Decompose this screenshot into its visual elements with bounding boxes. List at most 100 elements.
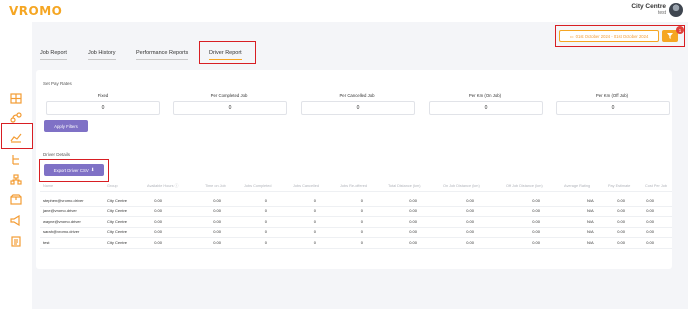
cell-off-job-distance: 0.00 <box>532 198 540 203</box>
document-icon[interactable] <box>10 234 22 247</box>
cell-average-rating: N/A <box>587 239 594 245</box>
cell-time-on-job: 0.00 <box>213 208 221 214</box>
cell-off-job-distance: 0.00 <box>532 239 540 245</box>
active-nav-highlight <box>1 123 33 149</box>
grid-icon[interactable] <box>10 91 22 104</box>
cell-pay-estimate: 0.00 <box>617 198 625 203</box>
cell-group: City Centre <box>107 229 128 235</box>
avatar[interactable] <box>669 3 683 17</box>
cell-cost-per-job: 0.00 <box>646 208 654 214</box>
user-name: City Centre <box>631 3 666 10</box>
row-divider <box>40 237 672 239</box>
col-pay-estimate[interactable]: Pay Estimate <box>608 184 630 188</box>
cell-average-rating: N/A <box>587 208 594 214</box>
box-icon[interactable] <box>10 192 22 205</box>
cell-total-distance: 0.00 <box>409 229 417 235</box>
fixed-rate-input[interactable]: 0 <box>46 101 160 115</box>
apply-filters-label: Apply Filters <box>54 123 78 129</box>
col-on-job-distance[interactable]: On Job Distance (km) <box>443 184 480 188</box>
cell-pay-estimate: 0.00 <box>617 229 625 235</box>
cancelled-job-rate-input[interactable]: 0 <box>301 101 415 115</box>
cell-jobs-reoffered: 0 <box>360 229 363 235</box>
cell-pay-estimate: 0.00 <box>617 218 625 224</box>
col-average-rating[interactable]: Average Rating <box>564 184 590 188</box>
cell-total-distance: 0.00 <box>409 218 417 224</box>
col-group[interactable]: Group <box>107 184 118 188</box>
rate-label-fixed: Fixed <box>97 93 109 98</box>
col-available-hours[interactable]: Available Hours ⓘ <box>147 184 178 189</box>
tab-performance-reports[interactable]: Performance Reports <box>136 50 189 60</box>
hierarchy-icon[interactable] <box>10 172 22 185</box>
cell-on-job-distance: 0.00 <box>466 218 474 224</box>
cell-jobs-completed: 0 <box>264 239 267 245</box>
rate-label-completed: Per Completed Job <box>210 93 248 98</box>
top-bar: VROMO City Centre test <box>0 0 688 22</box>
sidebar <box>0 22 32 309</box>
export-annotation <box>39 159 109 182</box>
vromo-logo[interactable]: VROMO <box>9 4 62 18</box>
km-on-job-rate-input[interactable]: 0 <box>429 101 543 115</box>
cell-on-job-distance: 0.00 <box>466 208 474 214</box>
cell-time-on-job: 0.00 <box>213 239 221 245</box>
cell-available-hours: 0.00 <box>154 239 162 245</box>
cell-cost-per-job: 0.00 <box>646 229 654 235</box>
cell-name: stephen@vromo.driver <box>43 198 84 203</box>
cell-total-distance: 0.00 <box>409 239 417 245</box>
cell-jobs-cancelled: 0 <box>313 208 316 214</box>
cell-jobs-cancelled: 0 <box>313 198 316 203</box>
tab-job-report[interactable]: Job Report <box>40 50 67 60</box>
cell-jobs-reoffered: 0 <box>360 198 363 203</box>
user-menu[interactable]: City Centre test <box>631 3 666 16</box>
cell-pay-estimate: 0.00 <box>617 208 625 214</box>
cell-cost-per-job: 0.00 <box>646 218 654 224</box>
rate-label-km-on-job: Per Km (On Job) <box>468 93 502 98</box>
rate-label-cancelled: Per Cancelled Job <box>339 93 375 98</box>
cell-time-on-job: 0.00 <box>213 229 221 235</box>
cell-off-job-distance: 0.00 <box>532 208 540 214</box>
cell-group: City Centre <box>107 218 128 224</box>
date-range-label: 01st October 2024 - 01st October 2024 <box>575 33 649 39</box>
cell-on-job-distance: 0.00 <box>466 239 474 245</box>
cell-average-rating: N/A <box>587 198 594 203</box>
completed-job-rate-input[interactable]: 0 <box>173 101 287 115</box>
col-jobs-cancelled[interactable]: Jobs Cancelled <box>293 184 319 188</box>
cell-off-job-distance: 0.00 <box>532 229 540 235</box>
tab-annotation <box>199 41 256 64</box>
cell-time-on-job: 0.00 <box>213 218 221 224</box>
cell-group: City Centre <box>107 208 128 214</box>
user-subtitle: test <box>657 10 666 16</box>
cell-average-rating: N/A <box>587 229 594 235</box>
col-jobs-completed[interactable]: Jobs Completed <box>244 184 271 188</box>
cell-jobs-completed: 0 <box>264 208 267 214</box>
date-range-picker[interactable]: ▭ 01st October 2024 - 01st October 2024 <box>559 30 659 42</box>
row-divider <box>40 216 672 218</box>
col-total-distance[interactable]: Total Distance (km) <box>388 184 421 188</box>
megaphone-icon[interactable] <box>10 213 22 227</box>
cell-average-rating: N/A <box>587 218 594 224</box>
cell-group: City Centre <box>107 239 128 245</box>
row-divider <box>40 206 672 207</box>
col-cost-per-job[interactable]: Cost Per Job <box>645 184 667 188</box>
col-name[interactable]: Name <box>43 184 53 188</box>
cell-total-distance: 0.00 <box>409 208 417 214</box>
tree-icon[interactable] <box>10 152 22 165</box>
cell-jobs-completed: 0 <box>264 218 267 224</box>
col-jobs-reoffered[interactable]: Jobs Re-offered <box>340 184 367 188</box>
row-divider <box>40 226 672 228</box>
cell-jobs-reoffered: 0 <box>360 208 363 214</box>
tab-job-history[interactable]: Job History <box>88 50 116 60</box>
rate-label-km-off-job: Per Km (Off Job) <box>595 93 629 98</box>
cell-group: City Centre <box>107 198 128 203</box>
route-icon[interactable] <box>10 110 22 123</box>
cell-on-job-distance: 0.00 <box>466 229 474 235</box>
apply-filters-button[interactable]: Apply Filters <box>44 120 88 132</box>
pay-rates-title: Set Pay Rates <box>43 81 72 86</box>
filter-icon <box>667 33 673 39</box>
km-off-job-rate-input[interactable]: 0 <box>556 101 670 115</box>
cell-jobs-cancelled: 0 <box>313 218 316 224</box>
cell-cost-per-job: 0.00 <box>646 198 654 203</box>
col-time-on-job[interactable]: Time on Job <box>205 184 226 188</box>
col-off-job-distance[interactable]: Off Job Distance (km) <box>506 184 543 188</box>
cell-name: wayne@vromo.driver <box>43 218 81 224</box>
cell-jobs-completed: 0 <box>264 229 267 235</box>
